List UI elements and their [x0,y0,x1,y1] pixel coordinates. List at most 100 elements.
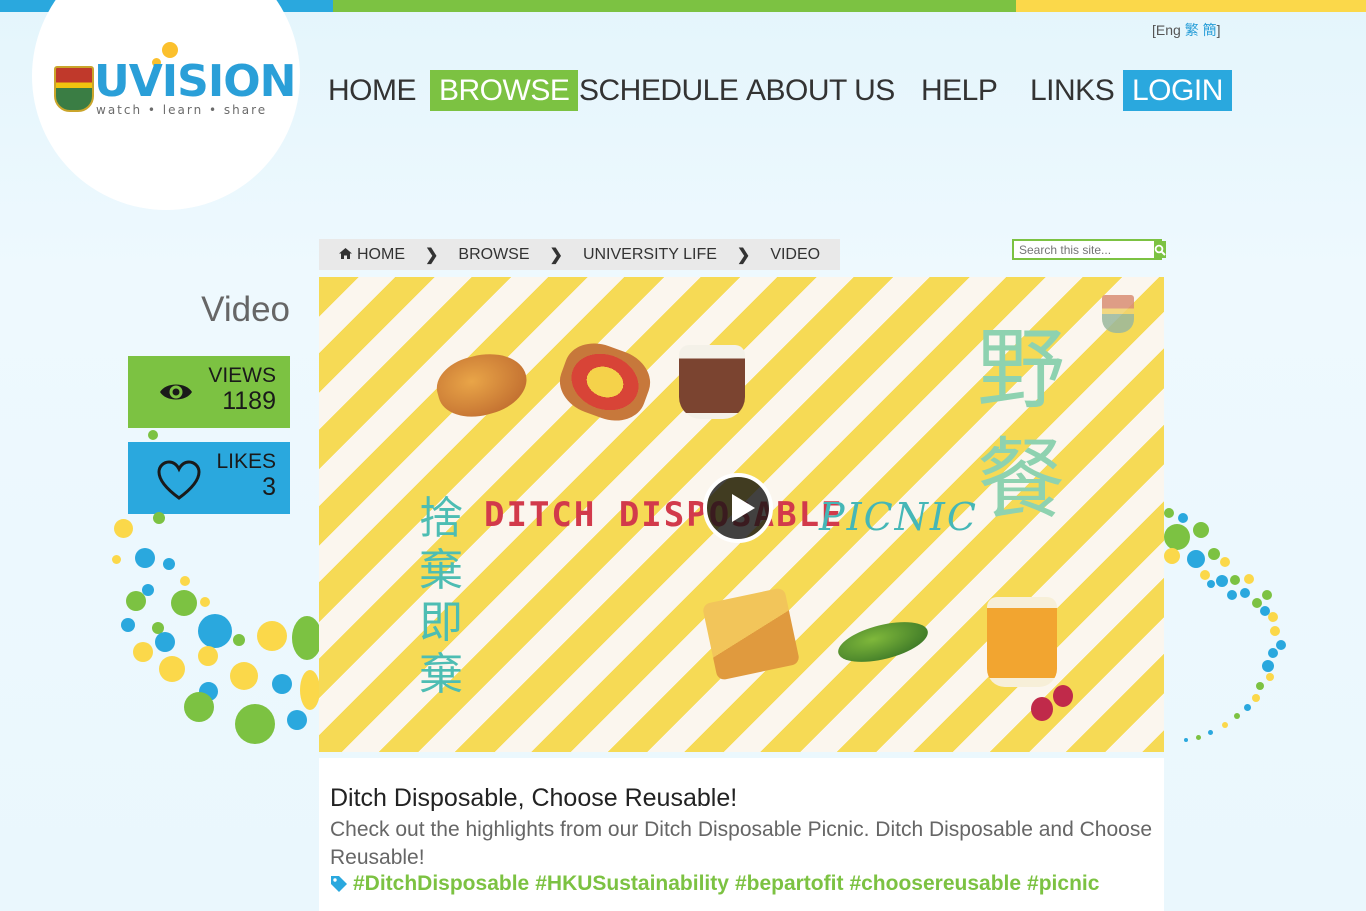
search-input[interactable] [1014,241,1154,258]
decor-dot [1268,612,1278,622]
decor-dot [126,591,146,611]
chevron-right-icon: ❯ [549,246,563,264]
tag-link[interactable]: #choosereusable [849,872,1021,896]
decor-dot [1234,713,1240,719]
video-description: Check out the highlights from our Ditch … [330,818,1152,869]
decor-dot [1222,722,1228,728]
decor-dot [1164,524,1190,550]
chevron-right-icon: ❯ [736,246,751,264]
decor-dot [1262,590,1272,600]
nav-login[interactable]: LOGIN [1123,70,1232,111]
decor-dot [1270,626,1280,636]
decor-dot [1256,682,1264,690]
nav-links[interactable]: LINKS [1021,70,1123,111]
eye-icon [160,384,192,400]
decor-dot [1216,575,1228,587]
lang-traditional[interactable]: 繁 [1185,22,1199,38]
breadcrumb-university-life[interactable]: UNIVERSITY LIFE [563,246,737,264]
tag-link[interactable]: #DitchDisposable [353,872,529,896]
nav-schedule[interactable]: SCHEDULE [570,70,747,111]
breadcrumb-browse[interactable]: BROWSE [438,246,549,264]
strip-green [333,0,1016,12]
likes-button[interactable]: LIKES 3 [128,442,290,514]
search-button[interactable] [1154,241,1166,258]
juice-glass-illustration [987,597,1057,687]
play-icon[interactable] [703,473,773,543]
coffee-cup-illustration [679,345,745,419]
nav-browse[interactable]: BROWSE [430,70,579,111]
decor-dot [153,512,165,524]
lang-simplified[interactable]: 簡 [1203,22,1217,38]
decor-dot [1266,673,1274,681]
hku-crest-icon [54,66,94,112]
tag-link[interactable]: #picnic [1027,872,1099,896]
heart-icon [157,460,201,500]
nav-home[interactable]: HOME [319,70,425,111]
logo-wordmark: UVISION [94,56,296,107]
decor-dot [1187,550,1205,568]
raspberry-illustration [1053,685,1073,707]
video-player[interactable]: 捨棄即棄 野餐 DITCH DISPOSABLE PICNIC [319,277,1164,752]
cucumber-illustration [834,614,932,670]
video-title: Ditch Disposable, Choose Reusable! [330,784,738,812]
decor-dot [233,634,245,646]
decor-dot [121,618,135,632]
decor-dot [1230,575,1240,585]
decor-dot [292,616,322,660]
section-title: Video [201,290,290,329]
decor-dot [257,621,287,651]
decor-dot [1276,640,1286,650]
video-chinese-title-right: 野餐 [977,318,1066,531]
decor-dot [180,576,190,586]
video-title-picnic: PICNIC [819,495,978,539]
decor-dot [1164,548,1180,564]
nav-help[interactable]: HELP [912,70,1006,111]
decor-dot [112,555,121,564]
decor-dot [1196,735,1201,740]
video-info-card: Ditch Disposable, Choose Reusable! Check… [319,758,1164,911]
decor-dot [135,548,155,568]
lang-english[interactable]: Eng [1156,22,1181,38]
cake-slice-illustration [701,587,801,681]
decor-dot [159,656,185,682]
decor-dot [1252,694,1260,702]
language-switcher: [Eng 繁 簡] [1152,22,1221,38]
chevron-right-icon: ❯ [425,246,439,264]
video-tags: #DitchDisposable #HKUSustainability #bep… [330,872,1105,896]
logo-tagline: watch • learn • share [96,103,268,117]
decor-dot [1207,580,1215,588]
decor-dot [1164,508,1174,518]
decor-dot [148,430,158,440]
video-chinese-title-left: 捨棄即棄 [419,493,463,700]
decor-dot [1193,522,1209,538]
decor-dot [171,590,197,616]
search-icon [1154,244,1166,256]
decor-dot [1240,588,1250,598]
views-counter: VIEWS 1189 [128,356,290,428]
decor-dot [163,558,175,570]
decor-dot [198,646,218,666]
decor-dot [114,519,133,538]
hku-crest-icon [1102,295,1134,333]
nav-about-us[interactable]: ABOUT US [737,70,904,111]
decor-dot [1220,557,1230,567]
raspberry-illustration [1031,697,1053,721]
sandwich-illustration [551,334,659,430]
views-value: 1189 [222,387,276,415]
video-title-english: DITCH DISPOSABLE [484,495,844,535]
tag-link[interactable]: #bepartofit [735,872,844,896]
site-search [1012,239,1166,260]
likes-value: 3 [262,473,276,501]
strip-yellow [1016,0,1366,12]
breadcrumb-home[interactable]: HOME [319,246,425,264]
decor-dot [184,692,214,722]
decor-dot [155,632,175,652]
decor-dot [230,662,258,690]
tag-link[interactable]: #HKUSustainability [535,872,729,896]
decor-dot [133,642,153,662]
decor-dot [1227,590,1237,600]
decor-dot [235,704,275,744]
decor-dot [287,710,307,730]
breadcrumb-video: VIDEO [770,245,821,263]
decor-dot [1262,660,1274,672]
